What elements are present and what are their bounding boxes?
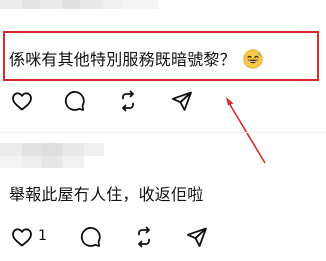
share-button-2[interactable]: [185, 225, 209, 249]
comment-button[interactable]: [62, 89, 86, 113]
comment-bubble-icon: [64, 91, 85, 111]
highlight-annotation-box: [3, 31, 319, 81]
send-icon: [186, 227, 207, 247]
repost-icon: [122, 90, 134, 112]
comment-button-2[interactable]: [78, 225, 102, 249]
send-icon: [171, 91, 192, 111]
heart-icon: [12, 228, 32, 247]
post-2-text: 舉報此屋冇人住，收返佢啦: [9, 185, 204, 204]
repost-button-2[interactable]: [132, 225, 156, 249]
comment-bubble-icon: [80, 227, 101, 247]
heart-icon: [12, 92, 32, 111]
like-button-2[interactable]: [10, 225, 34, 249]
repost-button[interactable]: [116, 89, 140, 113]
divider: [0, 132, 326, 133]
like-count: 1: [38, 228, 47, 244]
like-button[interactable]: [10, 89, 34, 113]
repost-icon: [138, 226, 150, 248]
share-button[interactable]: [170, 89, 194, 113]
